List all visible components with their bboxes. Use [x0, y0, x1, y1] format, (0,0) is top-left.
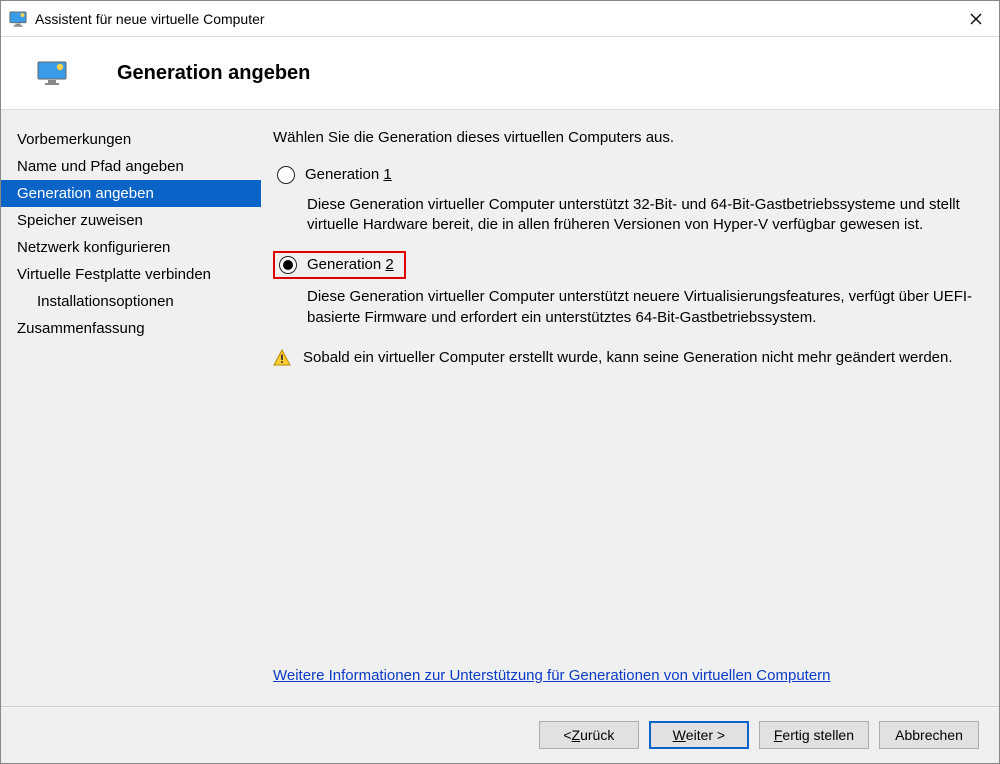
- help-link[interactable]: Weitere Informationen zur Unterstützung …: [273, 666, 979, 686]
- wizard-footer: < Zurück Weiter > Fertig stellen Abbrech…: [1, 706, 999, 763]
- titlebar: Assistent für neue virtuelle Computer: [1, 1, 999, 37]
- radio-generation-2-row[interactable]: Generation 2: [273, 251, 406, 279]
- sidebar-item-vhd[interactable]: Virtuelle Festplatte verbinden: [1, 261, 261, 288]
- next-button[interactable]: Weiter >: [649, 721, 749, 749]
- cancel-button[interactable]: Abbrechen: [879, 721, 979, 749]
- sidebar-item-summary[interactable]: Zusammenfassung: [1, 315, 261, 342]
- wizard-window: Assistent für neue virtuelle Computer Ge…: [0, 0, 1000, 764]
- wizard-content: Wählen Sie die Generation dieses virtuel…: [261, 110, 999, 706]
- generation-1-description: Diese Generation virtueller Computer unt…: [307, 195, 979, 236]
- sidebar-item-memory[interactable]: Speicher zuweisen: [1, 207, 261, 234]
- radio-generation-2-label: Generation 2: [307, 255, 394, 275]
- warning-row: Sobald ein virtueller Computer erstellt …: [273, 348, 979, 368]
- back-button[interactable]: < Zurück: [539, 721, 639, 749]
- sidebar-item-intro[interactable]: Vorbemerkungen: [1, 126, 261, 153]
- app-icon: [9, 11, 27, 27]
- page-title: Generation angeben: [117, 62, 310, 85]
- sidebar-item-install-options[interactable]: Installationsoptionen: [1, 288, 261, 315]
- sidebar-item-generation[interactable]: Generation angeben: [1, 180, 261, 207]
- warning-text: Sobald ein virtueller Computer erstellt …: [303, 348, 953, 368]
- warning-icon: [273, 349, 291, 367]
- radio-generation-1-label: Generation 1: [305, 165, 392, 185]
- radio-generation-1-row[interactable]: Generation 1: [273, 162, 979, 188]
- window-title: Assistent für neue virtuelle Computer: [35, 11, 953, 27]
- radio-generation-1[interactable]: [277, 166, 295, 184]
- generation-2-description: Diese Generation virtueller Computer unt…: [307, 287, 979, 328]
- wizard-header: Generation angeben: [1, 37, 999, 110]
- finish-button[interactable]: Fertig stellen: [759, 721, 869, 749]
- page-icon: [37, 61, 67, 85]
- radio-generation-2[interactable]: [279, 256, 297, 274]
- sidebar-item-name-path[interactable]: Name und Pfad angeben: [1, 153, 261, 180]
- wizard-sidebar: Vorbemerkungen Name und Pfad angeben Gen…: [1, 110, 261, 706]
- close-button[interactable]: [953, 1, 999, 37]
- wizard-body: Vorbemerkungen Name und Pfad angeben Gen…: [1, 110, 999, 706]
- sidebar-item-network[interactable]: Netzwerk konfigurieren: [1, 234, 261, 261]
- content-intro: Wählen Sie die Generation dieses virtuel…: [273, 128, 979, 148]
